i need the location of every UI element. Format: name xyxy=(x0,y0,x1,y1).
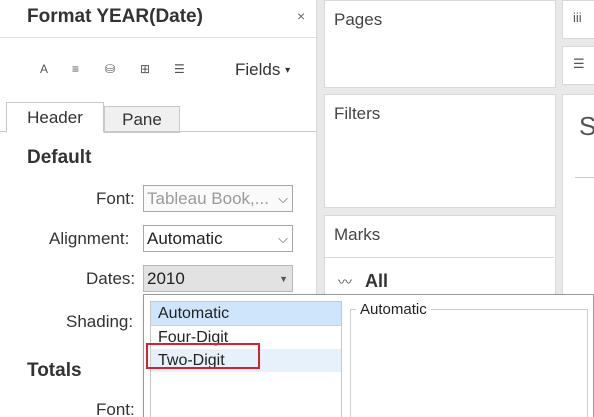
columns-icon: iii xyxy=(573,10,582,25)
rows-shelf[interactable]: ☰ xyxy=(562,46,594,85)
section-default: Default xyxy=(27,147,92,168)
dates-dropdown-popup: Automatic Four-Digit Two-Digit Automatic xyxy=(143,294,594,417)
shading-label: Shading: xyxy=(66,312,134,331)
dates-select-value: 2010 xyxy=(147,269,185,288)
sheet-title-underline xyxy=(575,177,594,178)
date-format-list: Automatic Four-Digit Two-Digit xyxy=(150,301,342,417)
marks-card-title: Marks xyxy=(334,225,381,244)
font-icon[interactable]: A xyxy=(40,62,48,76)
chevron-down-icon: ▼ xyxy=(279,274,288,284)
borders-icon[interactable]: ⊞ xyxy=(140,62,150,76)
alignment-select-value: Automatic xyxy=(147,229,223,248)
line-mark-icon: 〰 xyxy=(338,274,352,290)
format-preview-frame xyxy=(350,309,588,417)
columns-shelf[interactable]: iii xyxy=(562,0,594,39)
chevron-down-icon: ⌵ xyxy=(278,191,288,206)
format-preview-label: Automatic xyxy=(356,301,431,318)
option-two-digit[interactable]: Two-Digit xyxy=(151,349,341,372)
close-icon[interactable]: × xyxy=(297,8,305,24)
shading-icon[interactable]: ⛁ xyxy=(105,62,115,76)
option-automatic[interactable]: Automatic xyxy=(151,302,341,326)
tableau-workspace: Format YEAR(Date) × A ≡ ⛁ ⊞ ☰ Fields ▾ H… xyxy=(0,0,594,417)
section-totals: Totals xyxy=(27,360,82,381)
marks-divider xyxy=(324,257,554,258)
chevron-down-icon: ⌵ xyxy=(278,231,288,246)
marks-all-row[interactable]: 〰 All xyxy=(338,271,388,292)
sheet-title-fragment: S xyxy=(579,111,594,141)
option-four-digit[interactable]: Four-Digit xyxy=(151,326,341,349)
tab-pane[interactable]: Pane xyxy=(104,106,180,133)
font-select[interactable]: Tableau Book,... ⌵ xyxy=(143,185,293,212)
alignment-icon[interactable]: ≡ xyxy=(72,62,79,76)
totals-font-label: Font: xyxy=(96,400,135,417)
filters-shelf[interactable]: Filters xyxy=(324,94,556,208)
lines-icon[interactable]: ☰ xyxy=(174,62,185,76)
pages-shelf-title: Pages xyxy=(334,10,383,29)
tab-header[interactable]: Header xyxy=(6,102,104,133)
pages-shelf[interactable]: Pages xyxy=(324,0,556,88)
dates-select[interactable]: 2010 ▼ xyxy=(143,265,293,292)
filters-shelf-title: Filters xyxy=(334,104,381,123)
fields-label: Fields xyxy=(235,60,281,79)
font-select-value: Tableau Book,... xyxy=(147,189,269,208)
dates-label: Dates: xyxy=(86,269,136,288)
fields-button[interactable]: Fields ▾ xyxy=(235,60,290,80)
rows-icon: ☰ xyxy=(573,56,585,71)
alignment-select[interactable]: Automatic ⌵ xyxy=(143,225,293,252)
chevron-down-icon: ▾ xyxy=(285,65,291,77)
font-label: Font: xyxy=(96,189,135,208)
alignment-label: Alignment: xyxy=(49,229,130,248)
marks-all-label: All xyxy=(365,271,389,291)
panel-divider xyxy=(0,37,316,38)
format-panel-title: Format YEAR(Date) xyxy=(27,6,203,27)
